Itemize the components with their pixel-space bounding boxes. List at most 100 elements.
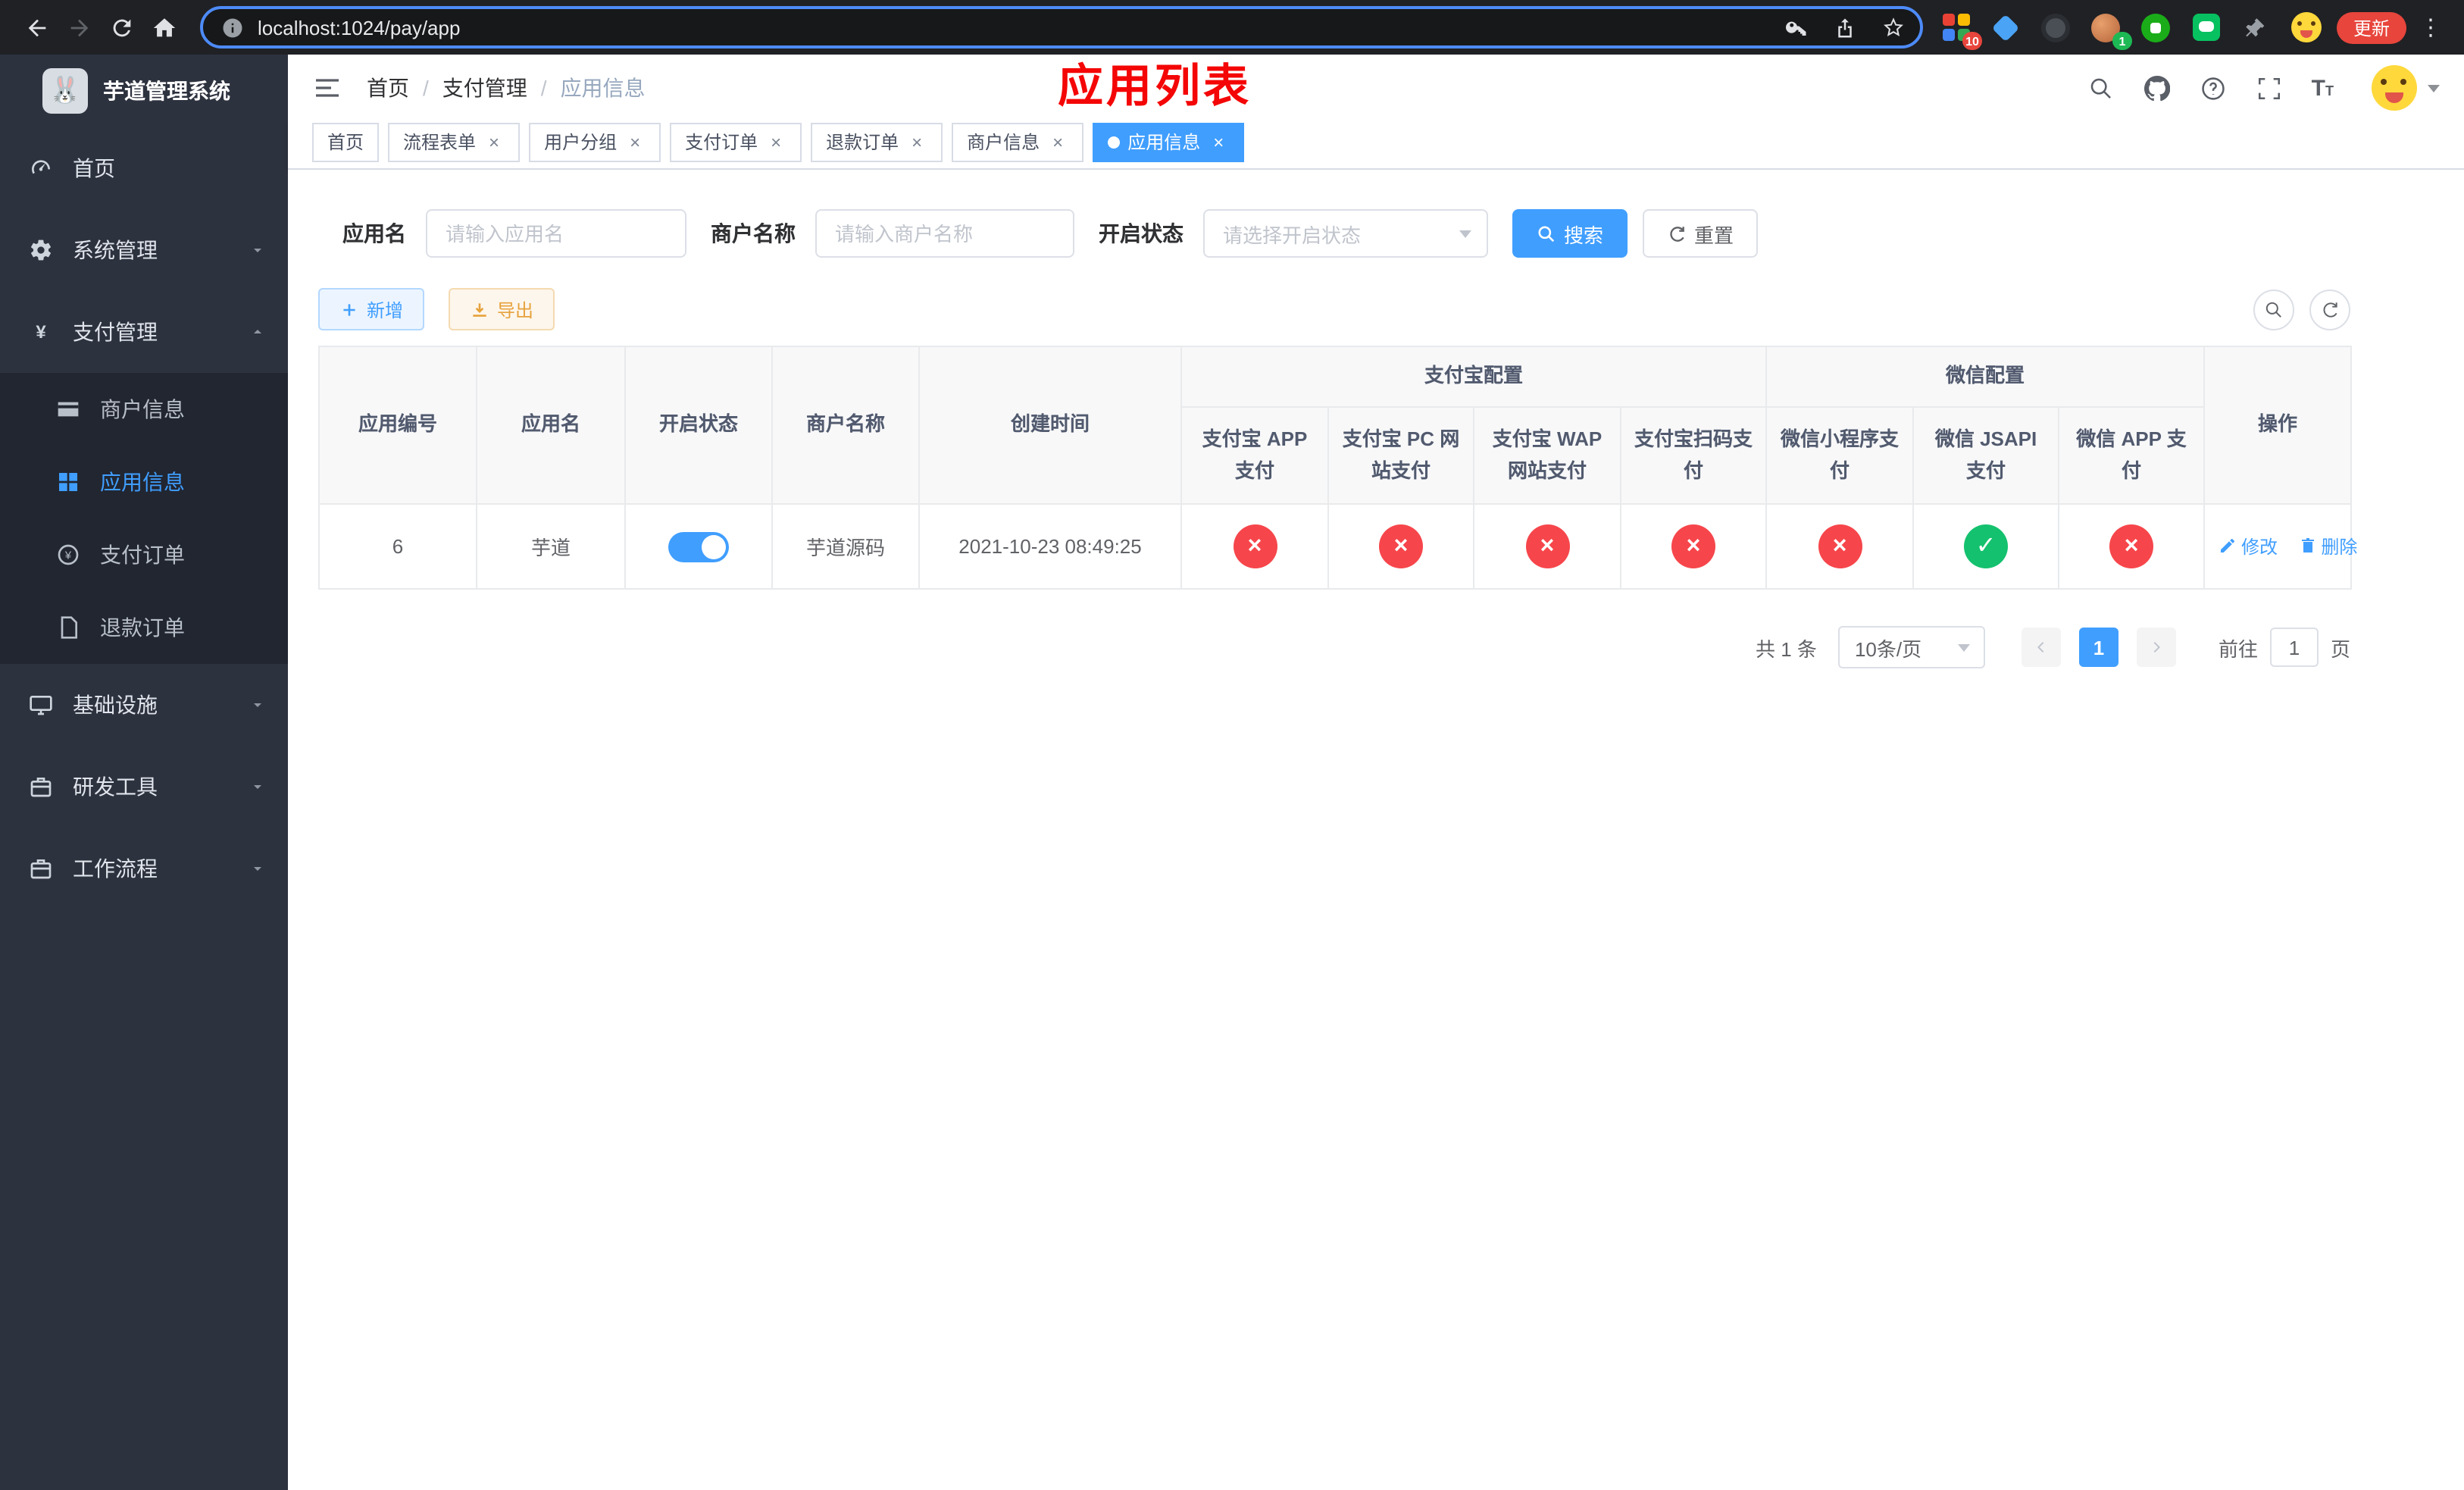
breadcrumb-item[interactable]: 首页	[367, 73, 409, 103]
close-icon[interactable]: ×	[906, 131, 927, 152]
share-icon[interactable]	[1826, 8, 1865, 47]
column-header-alipay-pc: 支付宝 PC 网站支付	[1327, 406, 1474, 505]
sidebar-item-label: 研发工具	[73, 775, 158, 799]
sidebar: 🐰 芋道管理系统 首页 系统管理 ¥ 支付管理 商户信息 应用信息 ¥ 支付订单…	[0, 55, 288, 1490]
sidebar-item-payment[interactable]: ¥ 支付管理	[0, 291, 288, 373]
extension-grid-icon[interactable]: 10	[1938, 9, 1982, 50]
workflow-icon	[29, 856, 53, 881]
sidebar-toggle-icon[interactable]	[312, 73, 342, 103]
tab-merchant-info[interactable]: 商户信息 ×	[952, 122, 1084, 161]
help-icon[interactable]	[2200, 74, 2227, 102]
reset-button[interactable]: 重置	[1643, 209, 1759, 258]
sidebar-item-merchant-info[interactable]: 商户信息	[0, 373, 288, 446]
sidebar-item-label: 系统管理	[73, 238, 158, 262]
sidebar-item-label: 商户信息	[100, 397, 185, 421]
extension-wechat-round-icon[interactable]	[2138, 9, 2175, 45]
active-dot	[1108, 136, 1121, 148]
browser-update-button[interactable]: 更新	[2336, 11, 2406, 43]
group-header-wechat: 微信配置	[1765, 346, 2206, 408]
browser-forward-button[interactable]	[58, 6, 100, 49]
prev-page-button[interactable]	[2021, 628, 2061, 667]
sidebar-item-home[interactable]: 首页	[0, 127, 288, 209]
sidebar-item-app-info[interactable]: 应用信息	[0, 446, 288, 518]
extension-avatar-icon[interactable]: 1	[2088, 9, 2132, 50]
close-icon[interactable]: ×	[624, 131, 646, 152]
chevron-down-icon	[249, 859, 267, 878]
merchant-name-input[interactable]	[815, 209, 1074, 258]
close-icon[interactable]: ×	[483, 131, 505, 152]
breadcrumb-separator: /	[423, 76, 429, 100]
breadcrumb-item[interactable]: 支付管理	[442, 73, 527, 103]
annotation-text: 应用列表	[1058, 62, 1252, 112]
sidebar-item-refund-orders[interactable]: 退款订单	[0, 591, 288, 664]
site-info-icon[interactable]	[221, 16, 244, 39]
tab-user-group[interactable]: 用户分组 ×	[529, 122, 661, 161]
sidebar-item-system[interactable]: 系统管理	[0, 209, 288, 291]
bookmark-star-icon[interactable]	[1875, 8, 1914, 47]
sidebar-item-dev-tools[interactable]: 研发工具	[0, 746, 288, 828]
sidebar-item-payment-orders[interactable]: ¥ 支付订单	[0, 518, 288, 591]
search-button[interactable]: 搜索	[1512, 209, 1628, 258]
edit-button[interactable]: 修改	[2219, 534, 2278, 559]
sidebar-item-infrastructure[interactable]: 基础设施	[0, 664, 288, 746]
column-header-alipay-qr: 支付宝扫码支付	[1619, 406, 1768, 505]
monitor-icon	[29, 693, 53, 717]
delete-button[interactable]: 删除	[2298, 534, 2357, 559]
toggle-search-icon[interactable]	[2253, 289, 2294, 330]
tab-home[interactable]: 首页	[312, 122, 380, 161]
tab-payment-orders[interactable]: 支付订单 ×	[670, 122, 802, 161]
font-size-icon[interactable]: TT	[2312, 77, 2334, 99]
breadcrumb-item-current: 应用信息	[560, 76, 646, 100]
browser-reload-button[interactable]	[100, 6, 142, 49]
tab-label: 支付订单	[685, 132, 758, 153]
app-name-label: 应用名	[342, 221, 406, 246]
dashboard-icon	[29, 156, 53, 180]
refresh-icon[interactable]	[2309, 289, 2350, 330]
extension-dark-icon[interactable]	[2038, 9, 2075, 45]
tab-process-form[interactable]: 流程表单 ×	[388, 122, 521, 161]
cell-actions: 修改 删除	[2203, 503, 2357, 590]
close-icon[interactable]: ×	[765, 131, 786, 152]
browser-menu-icon[interactable]: ⋮	[2412, 14, 2449, 41]
next-page-button[interactable]	[2136, 628, 2176, 667]
url-text[interactable]: localhost:1024/pay/app	[258, 16, 460, 39]
app-name-input[interactable]	[426, 209, 686, 258]
goto-label: 前往	[2218, 637, 2258, 660]
page-size-select[interactable]: 10条/页	[1837, 626, 1985, 668]
close-icon[interactable]: ×	[1208, 131, 1229, 152]
add-button[interactable]: 新增	[318, 288, 425, 330]
export-button[interactable]: 导出	[449, 288, 555, 330]
extension-pin-icon[interactable]	[2238, 9, 2275, 45]
page-number-current[interactable]: 1	[2078, 628, 2118, 667]
status-toggle[interactable]	[668, 531, 729, 562]
sidebar-logo[interactable]: 🐰 芋道管理系统	[0, 55, 288, 127]
navbar-actions: TT	[2087, 65, 2440, 111]
pagination: 共 1 条 10条/页 1 前往 页	[318, 626, 2350, 668]
status-label: 开启状态	[1099, 221, 1184, 246]
logo-image: 🐰	[42, 68, 88, 114]
status-select[interactable]: 请选择开启状态	[1203, 209, 1488, 258]
goto-page-input[interactable]	[2269, 628, 2319, 667]
extension-wechat-square-icon[interactable]	[2188, 9, 2225, 45]
extension-blue-icon[interactable]	[1988, 9, 2025, 45]
tab-app-info-active[interactable]: 应用信息 ×	[1093, 122, 1245, 161]
sidebar-item-workflow[interactable]: 工作流程	[0, 828, 288, 909]
sidebar-item-label: 应用信息	[100, 470, 185, 494]
sidebar-item-label: 工作流程	[73, 856, 158, 881]
address-bar[interactable]: localhost:1024/pay/app	[200, 6, 1923, 49]
tab-refund-orders[interactable]: 退款订单 ×	[811, 122, 943, 161]
goto-unit: 页	[2330, 637, 2350, 660]
search-icon[interactable]	[2087, 74, 2115, 102]
close-icon[interactable]: ×	[1047, 131, 1068, 152]
fullscreen-icon[interactable]	[2256, 74, 2283, 102]
wx-jsapi-status-icon: ✓	[1964, 524, 2009, 568]
password-key-icon[interactable]	[1778, 8, 1817, 47]
browser-home-button[interactable]	[142, 6, 185, 49]
tab-label: 应用信息	[1127, 132, 1201, 153]
extension-badge: 10	[1962, 32, 1982, 50]
chevron-down-icon	[249, 241, 267, 259]
browser-back-button[interactable]	[15, 6, 58, 49]
github-icon[interactable]	[2143, 74, 2171, 102]
user-avatar[interactable]	[2372, 65, 2440, 111]
extension-emoji-icon[interactable]	[2288, 9, 2325, 45]
